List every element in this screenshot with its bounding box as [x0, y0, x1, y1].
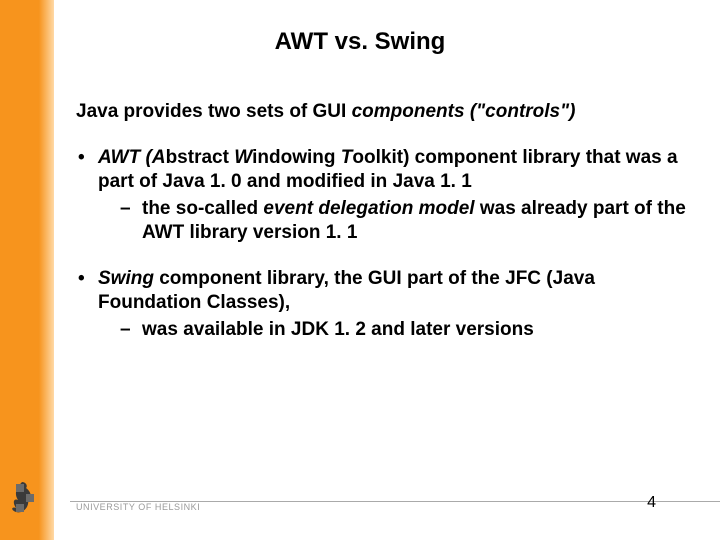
bullet-item: Swing component library, the GUI part of… — [76, 267, 686, 342]
bullet-list: AWT (Abstract Windowing Toolkit) compone… — [76, 146, 686, 342]
text-segment: T — [341, 147, 353, 168]
text-segment: was available in JDK 1. 2 and later vers… — [142, 319, 534, 340]
sub-bullet-item: was available in JDK 1. 2 and later vers… — [120, 318, 686, 342]
text-segment: bstract — [166, 147, 235, 168]
slide-title: AWT vs. Swing — [0, 28, 720, 56]
logo-square-icon — [16, 504, 24, 512]
sub-bullet-list: was available in JDK 1. 2 and later vers… — [120, 318, 686, 342]
text-segment: indowing — [252, 147, 341, 168]
sub-bullet-list: the so-called event delegation model was… — [120, 197, 686, 245]
text-segment: A — [152, 147, 166, 168]
lead-emphasis: components ("controls") — [352, 101, 576, 122]
logo-square-icon — [26, 494, 34, 502]
lead-prefix: Java provides two sets of GUI — [76, 101, 352, 122]
university-name: UNIVERSITY OF HELSINKI — [76, 502, 200, 512]
text-segment: W — [234, 147, 252, 168]
text-segment: Swing — [98, 268, 154, 289]
text-segment: AWT ( — [98, 147, 152, 168]
page-number: 4 — [647, 494, 656, 512]
slide-sidebar — [0, 0, 54, 540]
bullet-item: AWT (Abstract Windowing Toolkit) compone… — [76, 146, 686, 245]
text-segment: event delegation model — [263, 198, 474, 219]
sub-bullet-item: the so-called event delegation model was… — [120, 197, 686, 245]
logo-square-icon — [16, 484, 24, 492]
text-segment: component library, the GUI part of the J… — [98, 268, 595, 313]
text-segment: the so-called — [142, 198, 263, 219]
slide-body: Java provides two sets of GUI components… — [76, 100, 686, 364]
lead-line: Java provides two sets of GUI components… — [76, 100, 686, 124]
university-logo — [8, 480, 64, 522]
